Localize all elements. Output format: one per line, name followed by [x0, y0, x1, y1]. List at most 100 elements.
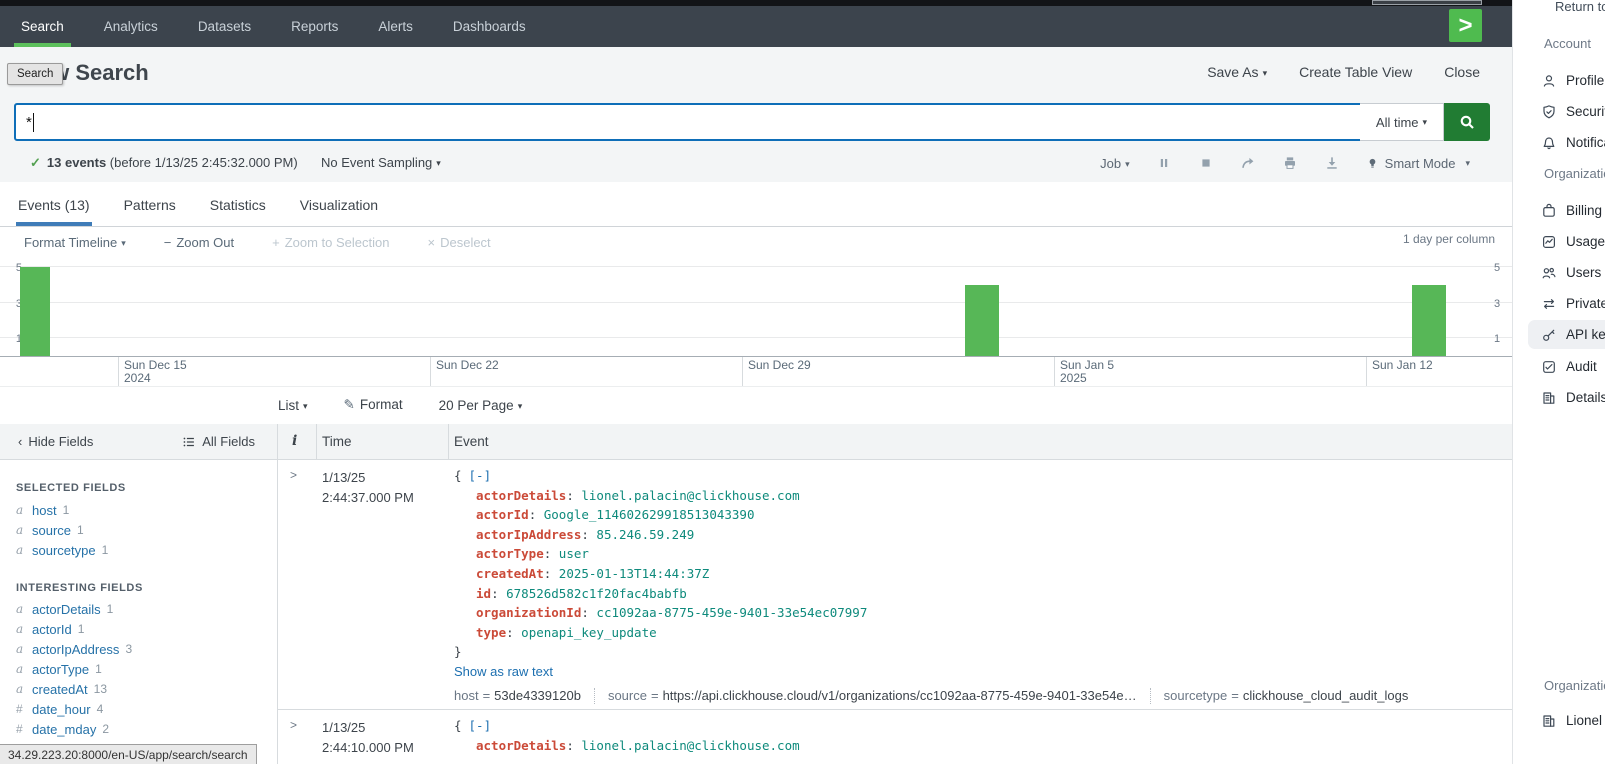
field-item-actorType[interactable]: aactorType1: [16, 659, 132, 679]
time-range-picker[interactable]: All time▾: [1360, 103, 1444, 141]
create-table-view-button[interactable]: Create Table View: [1299, 64, 1412, 80]
x-axis-tick-label: Sun Jan 52025: [1060, 359, 1114, 385]
json-value[interactable]: cc1092aa-8775-459e-9401-33e54ec07997: [596, 605, 867, 620]
field-link[interactable]: source: [32, 523, 71, 538]
field-link[interactable]: actorId: [32, 622, 72, 637]
json-key[interactable]: actorIpAddress: [476, 527, 581, 542]
field-item-host[interactable]: ahost1: [16, 500, 108, 520]
cloud-item-notifications[interactable]: Notifications: [1528, 128, 1605, 157]
download-icon[interactable]: [1324, 155, 1340, 171]
show-raw-text-link[interactable]: Show as raw text: [454, 664, 553, 679]
json-key[interactable]: actorType: [476, 546, 544, 561]
json-value[interactable]: user: [559, 546, 589, 561]
field-item-date_hour[interactable]: #date_hour4: [16, 699, 132, 719]
hide-fields-button[interactable]: ‹Hide Fields: [18, 434, 93, 449]
json-key[interactable]: organizationId: [476, 605, 581, 620]
field-link[interactable]: date_hour: [32, 702, 91, 717]
search-mode-dropdown[interactable]: Smart Mode▾: [1366, 156, 1470, 171]
event-sampling-dropdown[interactable]: No Event Sampling▾: [321, 155, 441, 170]
meta-field-value[interactable]: clickhouse_cloud_audit_logs: [1243, 688, 1409, 703]
meta-field-value[interactable]: 53de4339120b: [494, 688, 581, 703]
nav-item-dashboards[interactable]: Dashboards: [450, 6, 529, 47]
json-collapse-toggle[interactable]: [-]: [469, 468, 492, 483]
format-button[interactable]: ✎Format: [344, 397, 403, 413]
cloud-item-security[interactable]: Security: [1528, 97, 1605, 126]
field-link[interactable]: actorDetails: [32, 602, 101, 617]
stop-icon[interactable]: [1198, 155, 1214, 171]
per-page-dropdown[interactable]: 20 Per Page▾: [439, 398, 523, 413]
json-value[interactable]: 2025-01-13T14:44:37Z: [559, 566, 710, 581]
job-dropdown[interactable]: Job▾: [1100, 156, 1130, 171]
field-item-actorIpAddress[interactable]: aactorIpAddress3: [16, 639, 132, 659]
json-value[interactable]: lionel.palacin@clickhouse.com: [581, 488, 799, 503]
json-collapse-toggle[interactable]: [-]: [469, 718, 492, 733]
json-value[interactable]: openapi_key_update: [521, 625, 656, 640]
cloud-item-users[interactable]: Users: [1528, 258, 1605, 287]
json-key[interactable]: actorDetails: [476, 488, 566, 503]
json-value[interactable]: 678526d582c1f20fac4babfb: [506, 586, 687, 601]
pause-icon[interactable]: [1156, 155, 1172, 171]
json-key[interactable]: type: [476, 625, 506, 640]
cloud-item-private[interactable]: Private: [1528, 289, 1605, 318]
json-value[interactable]: 85.246.59.249: [596, 527, 694, 542]
field-item-createdAt[interactable]: acreatedAt13: [16, 679, 132, 699]
field-item-actorId[interactable]: aactorId1: [16, 619, 132, 639]
json-value[interactable]: lionel.palacin@clickhouse.com: [581, 738, 799, 753]
all-fields-button[interactable]: All Fields: [182, 434, 255, 449]
json-key[interactable]: createdAt: [476, 566, 544, 581]
field-link[interactable]: actorType: [32, 662, 89, 677]
search-button[interactable]: [1444, 103, 1490, 141]
nav-item-search[interactable]: Search: [18, 6, 67, 47]
return-link[interactable]: Return to: [1555, 0, 1605, 14]
field-link[interactable]: actorIpAddress: [32, 642, 119, 657]
cloud-item-details[interactable]: Details: [1528, 383, 1605, 412]
save-as-button[interactable]: Save As▾: [1207, 64, 1267, 80]
tab-visualization[interactable]: Visualization: [298, 184, 380, 226]
nav-item-alerts[interactable]: Alerts: [375, 6, 416, 47]
timeline-deselect[interactable]: ×Deselect: [428, 235, 491, 250]
timeline-scale-note: 1 day per column: [1403, 232, 1495, 246]
cloud-item-usage[interactable]: Usage: [1528, 227, 1605, 256]
search-query-input[interactable]: *: [14, 103, 1380, 141]
timeline-bar[interactable]: [1412, 285, 1446, 356]
timeline-bar[interactable]: [965, 285, 999, 356]
splunk-logo[interactable]: >: [1449, 9, 1482, 42]
nav-item-datasets[interactable]: Datasets: [195, 6, 254, 47]
field-link[interactable]: sourcetype: [32, 543, 96, 558]
close-button[interactable]: Close: [1444, 64, 1480, 80]
timeline-zoom-out[interactable]: −Zoom Out: [164, 235, 234, 250]
expand-caret-icon[interactable]: >: [290, 468, 297, 482]
list-view-dropdown[interactable]: List▾: [278, 398, 308, 413]
timeline-zoom-to-selection[interactable]: +Zoom to Selection: [272, 235, 389, 250]
json-key[interactable]: actorDetails: [476, 738, 566, 753]
json-key[interactable]: id: [476, 586, 491, 601]
field-item-source[interactable]: asource1: [16, 520, 108, 540]
cloud-item-audit[interactable]: Audit: [1528, 352, 1605, 381]
field-link[interactable]: createdAt: [32, 682, 88, 697]
cloud-item-api-keys[interactable]: API keys: [1528, 320, 1605, 349]
cloud-item-billing[interactable]: Billing: [1528, 196, 1605, 225]
nav-item-reports[interactable]: Reports: [288, 6, 341, 47]
search-query-text: *: [26, 114, 32, 131]
control-glyph: +: [272, 235, 280, 250]
timeline-bar[interactable]: [20, 267, 50, 356]
tab-patterns[interactable]: Patterns: [122, 184, 178, 226]
field-item-sourcetype[interactable]: asourcetype1: [16, 540, 108, 560]
timeline-format-timeline[interactable]: Format Timeline▾: [24, 235, 126, 250]
print-icon[interactable]: [1282, 155, 1298, 171]
share-icon[interactable]: [1240, 155, 1256, 171]
status-url-tooltip: 34.29.223.20:8000/en-US/app/search/searc…: [0, 744, 257, 764]
field-link[interactable]: date_mday: [32, 722, 96, 737]
json-value[interactable]: Google_114602629918513043390: [544, 507, 755, 522]
tab-statistics[interactable]: Statistics: [208, 184, 268, 226]
cloud-item-lionel[interactable]: Lionel: [1528, 706, 1605, 735]
nav-item-analytics[interactable]: Analytics: [101, 6, 161, 47]
field-link[interactable]: host: [32, 503, 57, 518]
field-item-date_mday[interactable]: #date_mday2: [16, 719, 132, 739]
json-key[interactable]: actorId: [476, 507, 529, 522]
field-item-actorDetails[interactable]: aactorDetails1: [16, 599, 132, 619]
expand-caret-icon[interactable]: >: [290, 718, 297, 732]
tab-events-13-[interactable]: Events (13): [16, 184, 92, 226]
meta-field-value[interactable]: https://api.clickhouse.cloud/v1/organiza…: [663, 688, 1137, 703]
cloud-item-profile[interactable]: Profile: [1528, 66, 1605, 95]
